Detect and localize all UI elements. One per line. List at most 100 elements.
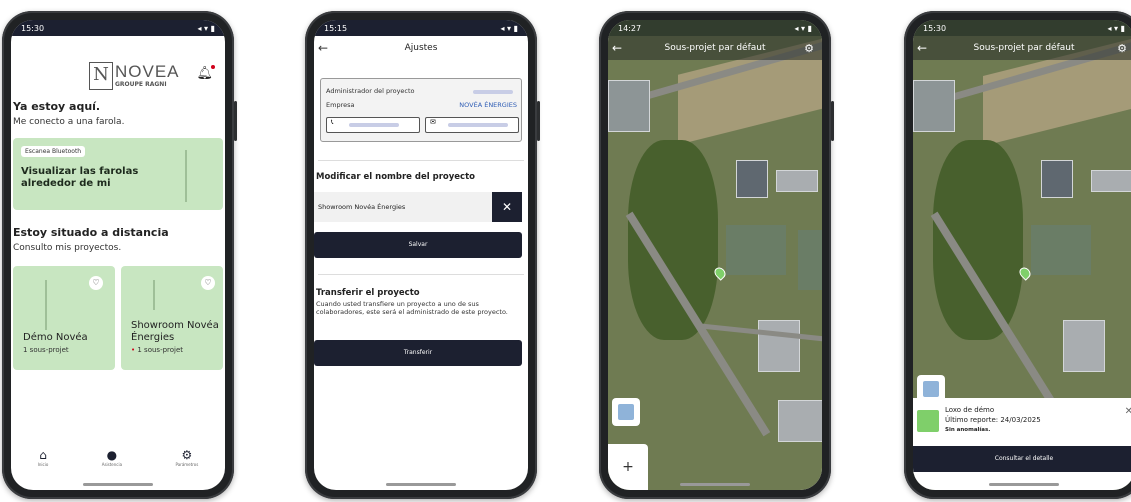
page-title: Ajustes [404,43,438,53]
status-icons: ◂ ▾ ▮ [197,23,215,33]
project-card[interactable]: ♡ Démo Novéa 1 sous-projet [13,266,115,370]
status-bar: 15:15 ◂ ▾ ▮ [314,20,528,36]
status-bar: 15:30 ◂ ▾ ▮ [11,20,225,36]
view-detail-button[interactable]: Consultar el detalle [913,446,1131,472]
phone-icon: 📞︎ [331,118,334,126]
nav-settings[interactable]: ⚙ Parámetros [175,448,198,478]
rename-label: Modificar el nombre del proyecto [316,172,475,182]
status-time: 14:27 [618,23,642,33]
settings-screen: 15:15 ◂ ▾ ▮ ← Ajustes Administrador del p… [314,20,528,490]
gear-icon: ⚙ [181,448,193,462]
home-indicator [386,483,456,486]
transfer-title: Transferir el proyecto [316,288,420,298]
bluetooth-scan-card[interactable]: Escanea Bluetooth Visualizar las farolas… [13,138,223,210]
project-name: Démo Novéa [23,332,88,343]
close-icon[interactable]: ✕ [1125,406,1131,417]
logo-brand: NOVEA [115,62,180,81]
project-name: Showroom Novéa Énergies [131,320,219,343]
alert-dot: • [131,346,136,354]
project-card[interactable]: ♡ Showroom Novéa Énergies • 1 sous-proje… [121,266,223,370]
project-info-box: Administrador del proyecto Empresa NOVÉA… [320,78,522,142]
bluetooth-chip: Escanea Bluetooth [21,146,86,157]
status-icons: ◂ ▾ ▮ [500,23,518,33]
layers-icon [923,381,939,397]
bottom-navigation: ⌂ Inicio ● Asistencia ⚙ Parámetros [11,448,225,478]
header: ← Ajustes [314,36,528,60]
satellite-map[interactable] [608,20,822,490]
map-screen: 14:27 ◂ ▾ ▮ ← Sous-projet par défaut ⚙ + [608,20,822,490]
clear-input-button[interactable]: ✕ [492,192,522,222]
favorite-heart-icon[interactable]: ♡ [201,276,215,290]
home-indicator [83,483,153,486]
last-report: Último reporte: 24/03/2025 [945,416,1041,424]
status-swatch [917,410,939,432]
home-indicator [680,483,750,486]
info-icon: ● [106,448,118,462]
project-subcount: 1 sous-projet [23,346,69,354]
phone-field[interactable]: 📞︎ [326,117,420,133]
layers-icon [618,404,634,420]
remote-title: Estoy situado a distancia [13,226,169,239]
novea-logo: N NOVEA GROUPE RAGNI [89,62,179,92]
nav-home[interactable]: ⌂ Inicio [38,448,49,478]
project-name-input[interactable]: Showroom Novéa Énergies ✕ [314,192,522,222]
transfer-button[interactable]: Transferir [314,340,522,366]
admin-label: Administrador del proyecto [326,87,415,95]
project-subcount: • 1 sous-projet [131,346,183,354]
lamp-illustration [153,280,155,310]
phone-map-detail: 15:30 ◂ ▾ ▮ ← Sous-projet par défaut ⚙ Lo… [904,11,1131,499]
lamp-illustration [45,280,47,330]
page-title: Sous-projet par défaut [664,43,766,53]
phone-settings: 15:15 ◂ ▾ ▮ ← Ajustes Administrador del p… [305,11,540,499]
bluetooth-card-title: Visualizar las farolas alrededor de mi [21,166,139,189]
status-time: 15:30 [923,23,947,33]
zoom-in-button[interactable]: + [608,444,648,490]
back-arrow-icon[interactable]: ← [917,41,927,55]
status-time: 15:15 [324,23,348,33]
close-icon: ✕ [501,200,513,214]
remote-subtitle: Consulto mis proyectos. [13,243,122,253]
phone-map: 14:27 ◂ ▾ ▮ ← Sous-projet par défaut ⚙ + [599,11,834,499]
greeting-subtitle: Me conecto a una farola. [13,117,125,127]
project-name-value: Showroom Novéa Énergies [318,203,406,211]
back-arrow-icon[interactable]: ← [612,41,622,55]
home-icon: ⌂ [39,448,47,462]
status-icons: ◂ ▾ ▮ [794,23,812,33]
back-arrow-icon[interactable]: ← [318,41,328,55]
status-bar: 14:27 ◂ ▾ ▮ [608,20,822,36]
logo-mark: N [89,62,113,90]
logo-group: GROUPE RAGNI [115,81,167,88]
map-layer-button[interactable] [612,398,640,426]
home-screen: 15:30 ◂ ▾ ▮ N NOVEA GROUPE RAGNI 🔔︎ Ya es… [11,20,225,490]
favorite-heart-icon[interactable]: ♡ [89,276,103,290]
streetlight-detail-sheet: Loxo de démo Último reporte: 24/03/2025 … [913,398,1131,490]
email-field[interactable]: ✉ [425,117,519,133]
header: ← Sous-projet par défaut ⚙ [608,36,822,60]
bell-icon[interactable]: 🔔︎ [196,65,215,81]
phone-home: 15:30 ◂ ▾ ▮ N NOVEA GROUPE RAGNI 🔔︎ Ya es… [2,11,237,499]
company-value: NOVÉA ÉNERGIES [459,101,517,109]
nav-assistance-label: Asistencia [101,462,123,467]
mail-icon: ✉ [430,118,436,126]
status-bar: 15:30 ◂ ▾ ▮ [913,20,1131,36]
streetlight-name: Loxo de démo [945,406,995,414]
gear-icon[interactable]: ⚙ [804,42,814,55]
nav-home-label: Inicio [37,462,49,467]
plus-icon: + [622,459,634,475]
admin-value [473,88,513,96]
greeting-title: Ya estoy aquí. [13,100,101,113]
gear-icon[interactable]: ⚙ [1117,42,1127,55]
status-icons: ◂ ▾ ▮ [1107,23,1125,33]
lamp-illustration [185,150,187,202]
project-subcount-text: 1 sous-projet [137,346,184,354]
save-button[interactable]: Salvar [314,232,522,258]
anomaly-status: Sin anomalías. [945,427,991,433]
transfer-description: Cuando usted transfiere un proyecto a un… [316,300,508,316]
company-label: Empresa [326,101,355,109]
nav-settings-label: Parámetros [175,462,199,467]
home-indicator [989,483,1059,486]
map-detail-screen: 15:30 ◂ ▾ ▮ ← Sous-projet par défaut ⚙ Lo… [913,20,1131,490]
header: ← Sous-projet par défaut ⚙ [913,36,1131,60]
nav-assistance[interactable]: ● Asistencia [102,448,122,478]
page-title: Sous-projet par défaut [973,43,1075,53]
